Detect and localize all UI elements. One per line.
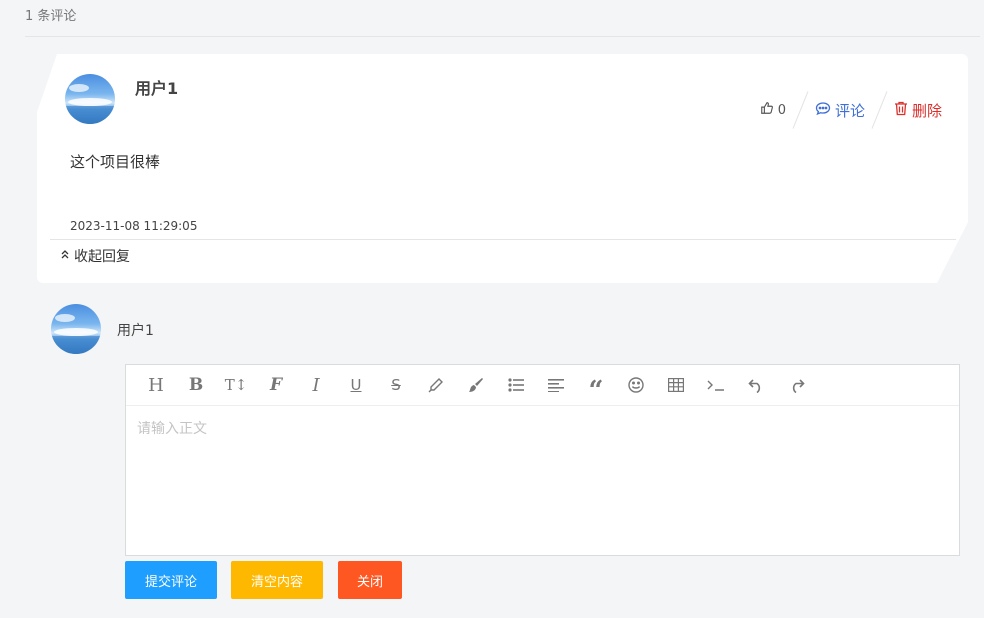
comment-card: 用户1 0 评论 删除 这个项目很棒 2023-11-08 11:29:05 收… — [37, 54, 968, 283]
font-size-icon[interactable]: T↕ — [216, 370, 256, 400]
comment-username[interactable]: 用户1 — [135, 75, 178, 99]
avatar[interactable] — [65, 74, 115, 124]
collapse-replies-button[interactable]: 收起回复 — [59, 246, 130, 266]
comment-actions: 0 评论 删除 — [760, 91, 942, 129]
highlight-pen-icon[interactable] — [416, 370, 456, 400]
font-family-icon[interactable]: F — [256, 370, 296, 400]
editor-input[interactable]: 请输入正文 — [126, 406, 959, 555]
reply-username: 用户1 — [117, 323, 154, 339]
redo-icon[interactable] — [776, 370, 816, 400]
double-chevron-up-icon — [59, 248, 71, 264]
underline-icon[interactable]: U — [336, 370, 376, 400]
divider — [871, 91, 888, 129]
heading-icon[interactable]: H — [136, 370, 176, 400]
strikethrough-icon[interactable]: S — [376, 370, 416, 400]
brush-icon[interactable] — [456, 370, 496, 400]
italic-icon[interactable]: I — [296, 370, 336, 400]
close-button[interactable]: 关闭 — [338, 561, 402, 599]
like-count: 0 — [777, 102, 786, 118]
clear-content-button[interactable]: 清空内容 — [231, 561, 323, 599]
reply-button[interactable]: 评论 — [815, 100, 865, 121]
like-button[interactable]: 0 — [760, 101, 786, 119]
code-icon[interactable] — [696, 370, 736, 400]
align-icon[interactable] — [536, 370, 576, 400]
thumbs-up-icon — [760, 101, 774, 119]
chat-icon — [815, 101, 831, 120]
editor-toolbar: H B T↕ F I U S “ — [126, 365, 959, 406]
comment-count: 1 条评论 — [25, 0, 980, 37]
quote-icon[interactable]: “ — [576, 370, 616, 404]
comment-content: 这个项目很棒 — [70, 153, 161, 171]
comment-timestamp: 2023-11-08 11:29:05 — [70, 219, 198, 233]
reply-avatar[interactable] — [51, 304, 101, 354]
list-icon[interactable] — [496, 370, 536, 400]
submit-comment-button[interactable]: 提交评论 — [125, 561, 217, 599]
collapse-label: 收起回复 — [74, 249, 130, 265]
rich-text-editor: H B T↕ F I U S “ 请输入正文 — [125, 364, 960, 556]
divider — [792, 91, 809, 129]
delete-label: 删除 — [911, 101, 942, 120]
trash-icon — [894, 101, 908, 120]
reply-label: 评论 — [834, 101, 865, 120]
undo-icon[interactable] — [736, 370, 776, 400]
emoji-icon[interactable] — [616, 370, 656, 400]
bold-icon[interactable]: B — [176, 370, 216, 400]
table-icon[interactable] — [656, 370, 696, 400]
delete-button[interactable]: 删除 — [894, 100, 942, 121]
divider — [50, 239, 956, 240]
